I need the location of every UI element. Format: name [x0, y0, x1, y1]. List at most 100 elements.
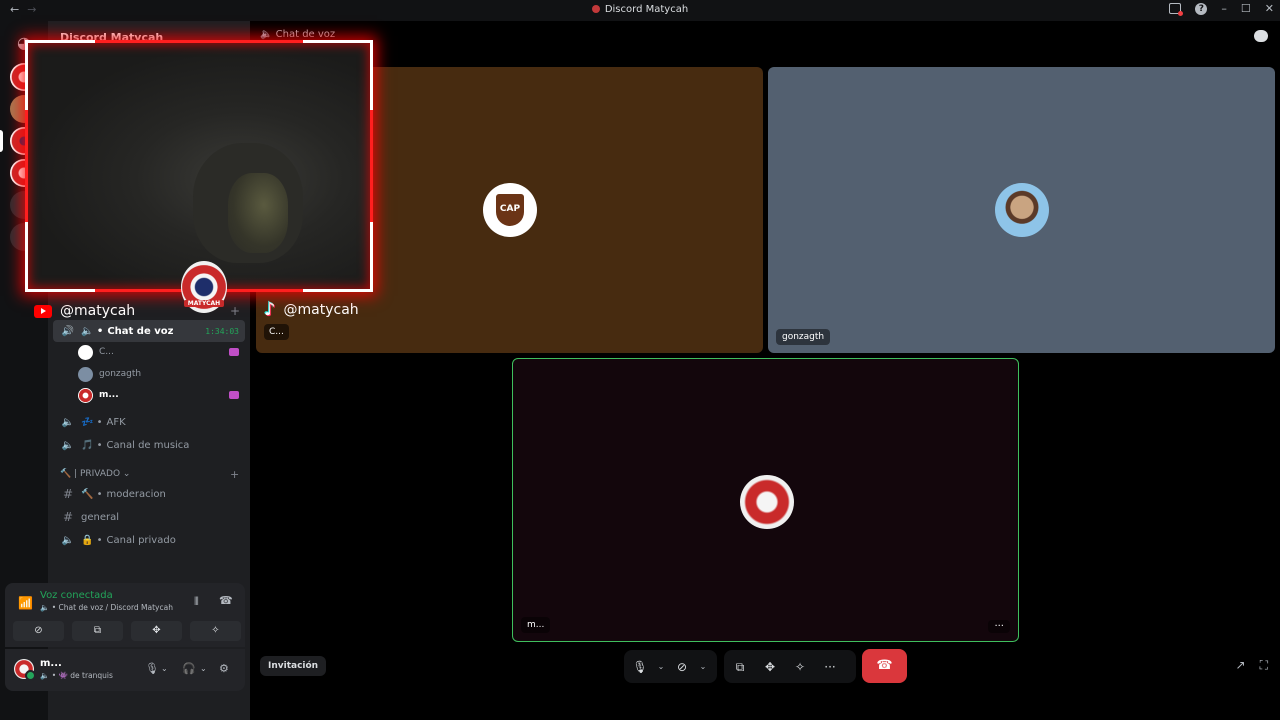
avatar[interactable] — [14, 659, 36, 681]
channel-label: Canal de musica — [106, 439, 190, 451]
chevron-down-icon[interactable]: ⌄ — [698, 656, 708, 678]
frame-corner — [303, 222, 373, 292]
fullscreen-icon[interactable]: ⛶ — [1260, 658, 1268, 673]
youtube-overlay: @matycah — [34, 300, 135, 322]
tiktok-icon: ♪ — [264, 299, 276, 320]
user-panel: m... 🔈 • 👾 de tranquis 🎙 ⌄ 🎧 ⌄ ⚙ — [5, 649, 245, 691]
speaker-icon: 🔈 — [61, 439, 75, 451]
share-screen-button[interactable]: ⧉ — [72, 621, 123, 641]
channel-moderacion[interactable]: # 🔨 • moderacion — [53, 483, 166, 505]
inbox-icon[interactable] — [1169, 3, 1184, 16]
maximize-button[interactable]: ☐ — [1241, 2, 1251, 15]
call-timer: 1:34:03 — [205, 326, 239, 336]
participant-name: gonzagth — [776, 329, 831, 345]
channel-prefix: 🔨 • — [81, 488, 103, 500]
gear-icon[interactable]: ⚙ — [219, 662, 229, 675]
voice-connection-panel: 📶 Voz conectada 🔈 • Chat de voz / Discor… — [5, 583, 245, 647]
webcam-overlay: MATYCAH — [25, 40, 373, 313]
channel-label: AFK — [106, 416, 126, 428]
activity-icon — [229, 348, 239, 356]
channel-prefix: 💤 • — [81, 416, 103, 428]
chat-icon[interactable] — [1254, 30, 1268, 42]
soundboard-button[interactable]: ✧ — [190, 621, 241, 641]
channel-canal-de-musica[interactable]: 🔈 🎵 • Canal de musica — [53, 434, 190, 456]
participant-name: m... — [521, 617, 551, 633]
title-bar: ← → Discord Matycah ? – ☐ ✕ — [0, 0, 1280, 21]
help-icon[interactable]: ? — [1195, 2, 1208, 15]
matycah-logo-text: MATYCAH — [184, 300, 224, 307]
frame-corner — [25, 40, 95, 110]
voice-location[interactable]: 🔈 • Chat de voz / Discord Matycah — [40, 603, 173, 612]
cap-shield-icon: CAP — [496, 194, 524, 226]
more-options-icon[interactable]: ··· — [820, 656, 840, 678]
channel-label: Canal privado — [106, 534, 176, 546]
chevron-down-icon[interactable]: ⌄ — [200, 664, 207, 673]
avatar — [78, 344, 93, 360]
close-button[interactable]: ✕ — [1265, 2, 1274, 15]
channel-chat-de-voz[interactable]: 🔊 🔈 • Chat de voz 1:34:03 — [53, 320, 245, 342]
call-header: 🔈 Chat de voz — [260, 29, 336, 40]
add-channel-icon[interactable]: + — [230, 468, 239, 481]
tiktok-handle: @matycah — [283, 301, 359, 318]
avatar: CAP — [483, 183, 537, 237]
participant-tile-speaking[interactable]: m... ··· — [512, 358, 1019, 642]
frame-corner — [25, 222, 95, 292]
voice-user[interactable]: m... — [78, 385, 239, 405]
noise-suppression-icon[interactable]: ⦀ — [194, 595, 199, 609]
youtube-handle: @matycah — [60, 303, 136, 319]
channel-prefix: 🔒 • — [81, 534, 103, 546]
category-privado[interactable]: 🔨 | PRIVADO ⌄ — [60, 469, 130, 479]
soundboard-icon[interactable]: ✧ — [790, 656, 810, 678]
signal-icon[interactable]: 📶 — [18, 596, 33, 610]
avatar — [78, 387, 93, 403]
microphone-icon[interactable]: 🎙 — [145, 662, 159, 675]
speaker-icon: 🔊 — [61, 325, 75, 337]
headphones-icon[interactable]: 🎧 — [182, 662, 196, 675]
voice-user-name: C... — [99, 347, 114, 357]
speaker-icon: 🔈 — [61, 534, 75, 546]
channel-afk[interactable]: 🔈 💤 • AFK — [53, 411, 126, 433]
popout-icon[interactable]: ↗ — [1236, 658, 1246, 673]
disconnect-icon[interactable]: ☎ — [219, 594, 233, 607]
voice-user-name: m... — [99, 390, 119, 400]
streamer-face — [228, 173, 288, 253]
channel-label: general — [81, 511, 120, 523]
tiktok-overlay: ♪ @matycah — [264, 299, 359, 320]
minimize-button[interactable]: – — [1221, 2, 1227, 15]
participant-name: C... — [264, 324, 289, 340]
voice-status[interactable]: Voz conectada — [40, 590, 113, 601]
avatar — [740, 475, 794, 529]
voice-user[interactable]: C... — [78, 342, 239, 362]
activity-icon — [229, 391, 239, 399]
chevron-down-icon[interactable]: ⌄ — [656, 656, 666, 678]
speaker-icon: 🔈 — [61, 416, 75, 428]
activities-icon[interactable]: ✥ — [760, 656, 780, 678]
share-screen-icon[interactable]: ⧉ — [730, 656, 750, 678]
window-title: Discord Matycah — [0, 4, 1280, 15]
avatar — [78, 366, 93, 382]
more-options-button[interactable]: ··· — [988, 620, 1010, 633]
frame-corner — [303, 40, 373, 110]
call-action-controls: ⧉ ✥ ✧ ··· — [724, 650, 856, 683]
participant-tile[interactable]: gonzagth — [768, 67, 1275, 353]
microphone-icon[interactable]: 🎙 — [630, 656, 650, 678]
chevron-down-icon[interactable]: ⌄ — [161, 664, 168, 673]
camera-off-icon[interactable]: ⊘ — [672, 656, 692, 678]
voice-user[interactable]: gonzagth — [78, 364, 141, 384]
window-controls: ? – ☐ ✕ — [1169, 2, 1274, 16]
invite-button[interactable]: Invitación — [260, 656, 327, 676]
channel-canal-privado[interactable]: 🔈 🔒 • Canal privado — [53, 529, 176, 551]
disconnect-button[interactable]: ☎ — [862, 649, 907, 683]
hash-icon: # — [62, 487, 74, 501]
activities-button[interactable]: ✥ — [131, 621, 182, 641]
camera-off-button[interactable]: ⊘ — [13, 621, 64, 641]
youtube-icon — [34, 304, 52, 318]
add-channel-icon[interactable]: + — [230, 304, 240, 318]
channel-prefix: 🎵 • — [81, 439, 103, 451]
channel-general[interactable]: # general — [53, 506, 119, 528]
channel-label: moderacion — [106, 488, 166, 500]
voice-user-name: gonzagth — [99, 369, 142, 379]
hash-icon: # — [62, 510, 74, 524]
user-name[interactable]: m... — [40, 658, 62, 669]
stage-view-controls: ↗ ⛶ — [1236, 658, 1268, 673]
